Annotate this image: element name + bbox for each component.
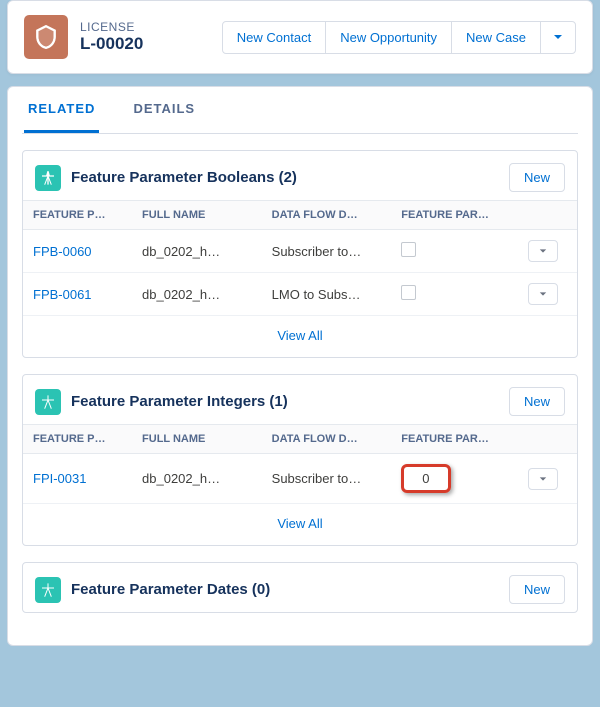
- booleans-table: FEATURE P… FULL NAME DATA FLOW D… FEATUR…: [23, 200, 577, 316]
- booleans-view-all[interactable]: View All: [23, 316, 577, 357]
- feature-icon: [35, 389, 61, 415]
- caret-down-icon: [539, 475, 547, 483]
- tab-details[interactable]: DETAILS: [129, 87, 199, 133]
- col-fullname[interactable]: FULL NAME: [132, 201, 262, 230]
- table-row: FPI-0031 db_0202_h… Subscriber to… 0: [23, 454, 577, 504]
- integers-title: Feature Parameter Integers (1): [71, 393, 288, 410]
- row-action-button[interactable]: [528, 240, 558, 262]
- dates-new-button[interactable]: New: [509, 575, 565, 604]
- cell-dataflow: LMO to Subs…: [262, 273, 392, 316]
- main-panel: RELATED DETAILS Feature Parameter Boolea…: [7, 86, 593, 646]
- feature-icon: [35, 577, 61, 603]
- integers-card: Feature Parameter Integers (1) New FEATU…: [22, 374, 578, 546]
- checkbox[interactable]: [401, 285, 416, 300]
- tab-related[interactable]: RELATED: [24, 87, 99, 133]
- object-label: LICENSE: [80, 20, 143, 34]
- new-contact-button[interactable]: New Contact: [222, 21, 326, 54]
- header-actions: New Contact New Opportunity New Case: [222, 21, 576, 54]
- col-dataflow[interactable]: DATA FLOW D…: [262, 425, 392, 454]
- caret-down-icon: [539, 247, 547, 255]
- row-action-button[interactable]: [528, 468, 558, 490]
- more-actions-button[interactable]: [540, 21, 576, 54]
- col-value[interactable]: FEATURE PAR…: [391, 201, 518, 230]
- integers-table: FEATURE P… FULL NAME DATA FLOW D… FEATUR…: [23, 424, 577, 504]
- table-row: FPB-0061 db_0202_h… LMO to Subs…: [23, 273, 577, 316]
- col-value[interactable]: FEATURE PAR…: [391, 425, 518, 454]
- record-link[interactable]: FPB-0060: [23, 230, 132, 273]
- col-id[interactable]: FEATURE P…: [23, 425, 132, 454]
- dates-title: Feature Parameter Dates (0): [71, 581, 270, 598]
- cell-dataflow: Subscriber to…: [262, 454, 392, 504]
- record-header: LICENSE L-00020 New Contact New Opportun…: [7, 0, 593, 74]
- checkbox[interactable]: [401, 242, 416, 257]
- caret-down-icon: [553, 32, 563, 42]
- dates-card: Feature Parameter Dates (0) New: [22, 562, 578, 613]
- table-row: FPB-0060 db_0202_h… Subscriber to…: [23, 230, 577, 273]
- integer-value-highlighted[interactable]: 0: [401, 464, 450, 493]
- record-name: L-00020: [80, 34, 143, 54]
- caret-down-icon: [539, 290, 547, 298]
- new-case-button[interactable]: New Case: [451, 21, 541, 54]
- feature-icon: [35, 165, 61, 191]
- booleans-title: Feature Parameter Booleans (2): [71, 169, 297, 186]
- record-link[interactable]: FPB-0061: [23, 273, 132, 316]
- integers-new-button[interactable]: New: [509, 387, 565, 416]
- record-link[interactable]: FPI-0031: [23, 454, 132, 504]
- col-dataflow[interactable]: DATA FLOW D…: [262, 201, 392, 230]
- cell-dataflow: Subscriber to…: [262, 230, 392, 273]
- license-icon: [24, 15, 68, 59]
- row-action-button[interactable]: [528, 283, 558, 305]
- cell-fullname: db_0202_h…: [132, 273, 262, 316]
- integers-view-all[interactable]: View All: [23, 504, 577, 545]
- cell-fullname: db_0202_h…: [132, 454, 262, 504]
- col-id[interactable]: FEATURE P…: [23, 201, 132, 230]
- col-fullname[interactable]: FULL NAME: [132, 425, 262, 454]
- booleans-card: Feature Parameter Booleans (2) New FEATU…: [22, 150, 578, 358]
- tabs: RELATED DETAILS: [22, 87, 578, 134]
- booleans-new-button[interactable]: New: [509, 163, 565, 192]
- cell-fullname: db_0202_h…: [132, 230, 262, 273]
- new-opportunity-button[interactable]: New Opportunity: [325, 21, 452, 54]
